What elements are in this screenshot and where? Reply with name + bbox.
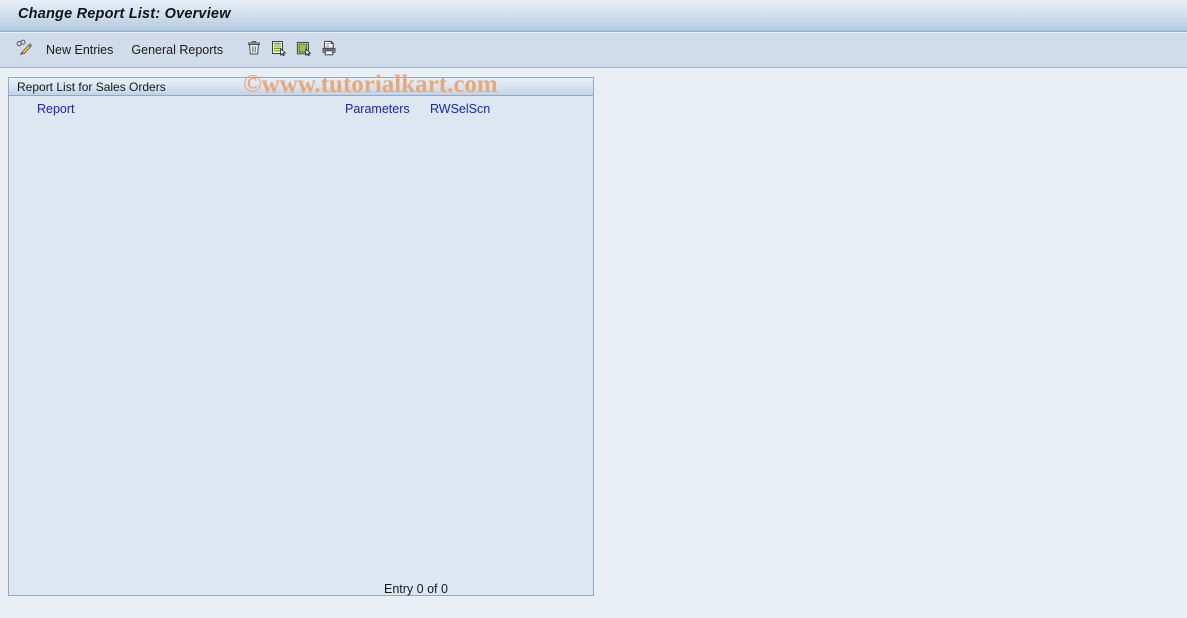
panel-body: Report Parameters RWSelScn Entry 0 of 0 (9, 96, 593, 596)
delete-icon (246, 40, 262, 61)
table-column-headers: Report Parameters RWSelScn (9, 96, 593, 120)
column-header-report[interactable]: Report (37, 102, 75, 116)
sap-window: Change Report List: Overview ©www.tutori… (0, 0, 1187, 618)
column-header-parameters[interactable]: Parameters (345, 102, 410, 116)
report-list-panel: Report List for Sales Orders Report Para… (8, 77, 594, 596)
entry-counter: Entry 0 of 0 (384, 582, 448, 596)
print-icon (321, 40, 337, 61)
display-change-button[interactable] (12, 37, 36, 63)
copy-as-icon (271, 40, 287, 61)
column-header-rwselscn[interactable]: RWSelScn (430, 102, 490, 116)
toolbar-button-row: New Entries General Reports (0, 33, 342, 67)
general-reports-label: General Reports (131, 43, 224, 57)
watermark-text: ©www.tutorialkart.com (243, 71, 498, 98)
paste-icon (296, 40, 312, 61)
copy-as-button[interactable] (267, 37, 291, 63)
new-entries-button[interactable]: New Entries (37, 37, 120, 63)
delete-button[interactable] (242, 37, 266, 63)
general-reports-button[interactable]: General Reports (122, 37, 230, 63)
print-button[interactable] (317, 37, 341, 63)
page-title: Change Report List: Overview (18, 6, 231, 22)
window-title-bar: Change Report List: Overview (0, 0, 1187, 32)
paste-button[interactable] (292, 37, 316, 63)
application-toolbar: ©www.tutorialkart.com New Entries Genera… (0, 33, 1187, 98)
pencil-glasses-icon (15, 39, 33, 62)
new-entries-label: New Entries (46, 43, 114, 57)
panel-header-label: Report List for Sales Orders (17, 79, 166, 94)
